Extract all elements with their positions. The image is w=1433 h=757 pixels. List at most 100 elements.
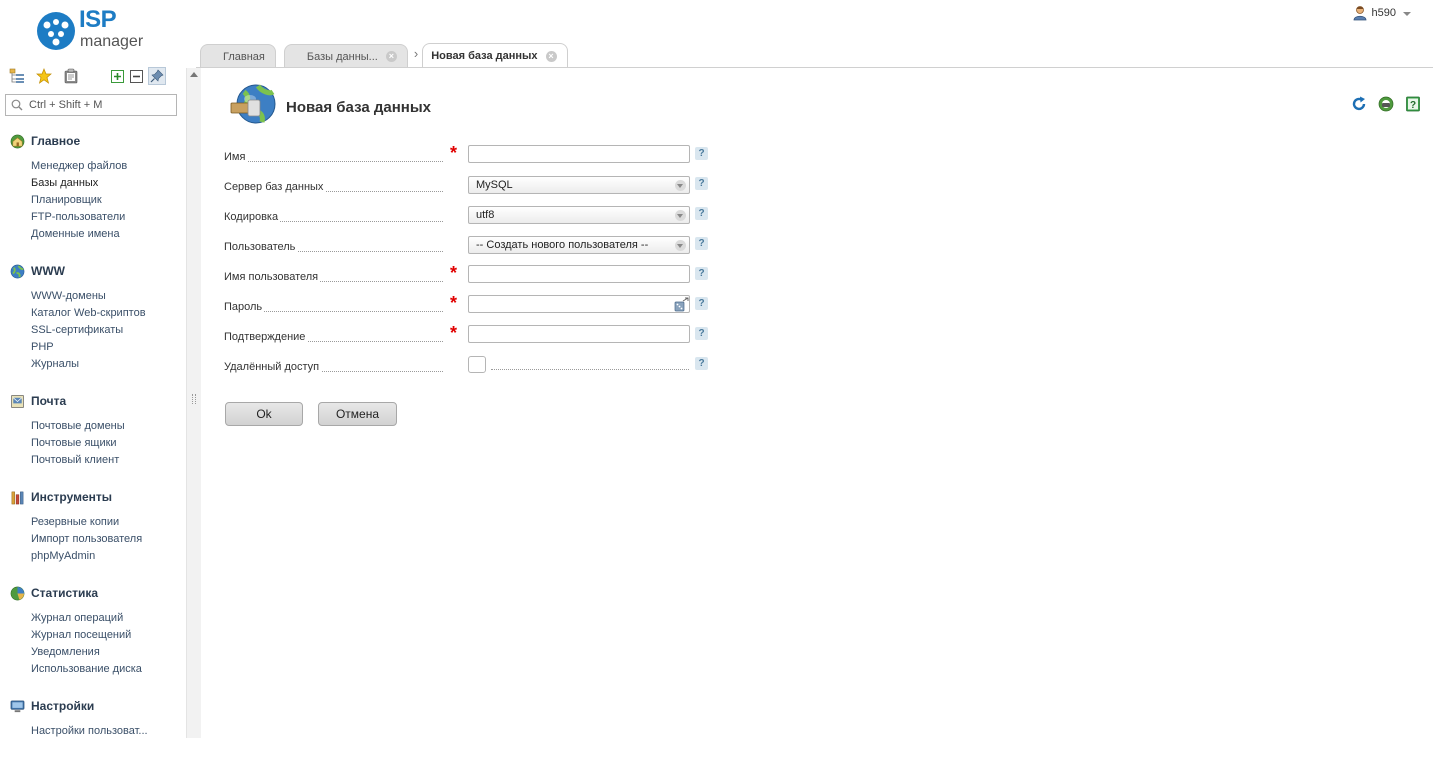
- password-generator-icon[interactable]: [674, 297, 689, 312]
- menu-group-title: Инструменты: [31, 490, 113, 504]
- collapse-all-button[interactable]: [129, 69, 143, 83]
- menu-group-tools: Инструменты Резервные копии Импорт польз…: [0, 486, 186, 565]
- sidebar-item-scheduler[interactable]: Планировщик: [0, 192, 186, 209]
- remote-access-checkbox[interactable]: [468, 356, 486, 373]
- sidebar-toolbar: [8, 67, 166, 85]
- menu-group-header[interactable]: Статистика: [0, 582, 186, 604]
- pin-menu-button[interactable]: [148, 67, 166, 85]
- sidebar-item-operations-log[interactable]: Журнал операций: [0, 610, 186, 627]
- close-icon[interactable]: ×: [545, 50, 557, 62]
- field-label: Пользователь: [224, 241, 298, 253]
- user-name: h590: [1371, 7, 1396, 19]
- tab-home[interactable]: Главная: [200, 44, 276, 68]
- chevron-down-icon: [1403, 12, 1411, 16]
- pie-chart-icon: [10, 586, 25, 600]
- tab-new-database[interactable]: Новая база данных ×: [422, 43, 568, 68]
- help-icon[interactable]: ?: [695, 267, 708, 280]
- scroll-up-icon[interactable]: [190, 72, 198, 77]
- user-menu[interactable]: h590: [1352, 5, 1411, 21]
- ok-button[interactable]: Ok: [225, 402, 303, 426]
- expand-all-button[interactable]: [110, 69, 124, 83]
- field-label: Подтверждение: [224, 331, 308, 343]
- help-icon[interactable]: ?: [695, 207, 708, 220]
- splitter-grip-icon[interactable]: [192, 394, 196, 404]
- form-row-db-server: Сервер баз данных MySQL ?: [224, 173, 714, 203]
- sidebar-item-user-settings[interactable]: Настройки пользоват...: [0, 723, 186, 740]
- pin-icon: [150, 69, 164, 83]
- sidebar-item-logs[interactable]: Журналы: [0, 356, 186, 373]
- help-book-icon: ?: [1405, 96, 1420, 111]
- menu-group-title: WWW: [31, 264, 65, 278]
- sidebar-item-file-manager[interactable]: Менеджер файлов: [0, 158, 186, 175]
- sidebar-item-www-domains[interactable]: WWW-домены: [0, 288, 186, 305]
- tree-view-icon: [9, 68, 24, 83]
- sidebar-item-domain-names[interactable]: Доменные имена: [0, 226, 186, 243]
- menu-group-header[interactable]: Инструменты: [0, 486, 186, 508]
- db-server-select[interactable]: MySQL: [468, 176, 690, 194]
- sidebar-item-ssl-certificates[interactable]: SSL-сертификаты: [0, 322, 186, 339]
- chevron-down-icon: [675, 210, 686, 221]
- help-icon[interactable]: ?: [695, 177, 708, 190]
- refresh-button[interactable]: [1350, 95, 1367, 112]
- sidebar-item-php[interactable]: PHP: [0, 339, 186, 356]
- help-icon[interactable]: ?: [695, 237, 708, 250]
- chevron-down-icon: [675, 180, 686, 191]
- sidebar-item-ftp-users[interactable]: FTP-пользователи: [0, 209, 186, 226]
- logo-text-manager: manager: [80, 33, 144, 50]
- svg-text:?: ?: [1409, 100, 1415, 111]
- sidebar-item-visits-log[interactable]: Журнал посещений: [0, 627, 186, 644]
- menu-group-title: Статистика: [31, 586, 99, 600]
- sidebar-item-mail-domains[interactable]: Почтовые домены: [0, 418, 186, 435]
- favorites-button[interactable]: [35, 67, 53, 85]
- help-icon[interactable]: ?: [695, 327, 708, 340]
- help-icon[interactable]: ?: [695, 297, 708, 310]
- select-value: MySQL: [476, 179, 513, 191]
- cancel-button[interactable]: Отмена: [318, 402, 397, 426]
- menu-group-header[interactable]: Настройки: [0, 695, 186, 717]
- chevron-right-icon: ›: [413, 46, 419, 61]
- tab-bar: Главная Базы данны... × › Новая база дан…: [200, 43, 568, 68]
- form-buttons: Ok Отмена: [225, 402, 397, 426]
- sidebar-scrollbar[interactable]: [186, 68, 201, 738]
- form-row-username: Имя пользователя * ?: [224, 263, 714, 293]
- menu-search-input[interactable]: [27, 98, 167, 112]
- sidebar-item-mailboxes[interactable]: Почтовые ящики: [0, 435, 186, 452]
- sidebar-item-web-scripts[interactable]: Каталог Web-скриптов: [0, 305, 186, 322]
- sidebar-item-mail-client[interactable]: Почтовый клиент: [0, 452, 186, 469]
- close-icon[interactable]: ×: [385, 51, 397, 62]
- support-button[interactable]: [1377, 95, 1394, 112]
- sidebar-item-backups[interactable]: Резервные копии: [0, 514, 186, 531]
- required-mark: *: [450, 263, 458, 283]
- username-input[interactable]: [468, 265, 690, 283]
- tab-databases[interactable]: Базы данны... ×: [283, 44, 408, 68]
- app-logo[interactable]: ISP manager: [36, 6, 151, 54]
- form-row-name: Имя * ?: [224, 143, 714, 173]
- confirm-password-input[interactable]: [468, 325, 690, 343]
- new-database-form: Имя * ? Сервер баз данных MySQL ? Кодиро…: [224, 143, 714, 383]
- home-icon: [10, 134, 25, 148]
- required-mark: *: [450, 323, 458, 343]
- sidebar-item-import-user[interactable]: Импорт пользователя: [0, 531, 186, 548]
- field-label: Имя пользователя: [224, 271, 321, 283]
- help-icon[interactable]: ?: [695, 147, 708, 160]
- sidebar-item-notifications[interactable]: Уведомления: [0, 644, 186, 661]
- clipboard-button[interactable]: [62, 67, 80, 85]
- menu-group-header[interactable]: WWW: [0, 260, 186, 282]
- name-input[interactable]: [468, 145, 690, 163]
- menu-group-header[interactable]: Почта: [0, 390, 186, 412]
- sidebar-item-phpmyadmin[interactable]: phpMyAdmin: [0, 548, 186, 565]
- sidebar-item-disk-usage[interactable]: Использование диска: [0, 661, 186, 678]
- menu-group-header[interactable]: Главное: [0, 130, 186, 152]
- menu-group-title: Главное: [31, 134, 81, 148]
- tree-view-button[interactable]: [8, 67, 26, 85]
- sidebar-item-databases[interactable]: Базы данных: [0, 175, 186, 192]
- password-input[interactable]: [468, 295, 690, 313]
- help-button[interactable]: ?: [1404, 95, 1421, 112]
- logo-dots-icon: [37, 12, 75, 50]
- user-icon: [1353, 6, 1366, 21]
- menu-search-box[interactable]: [5, 94, 177, 116]
- encoding-select[interactable]: utf8: [468, 206, 690, 224]
- field-label: Кодировка: [224, 211, 281, 223]
- user-select[interactable]: -- Создать нового пользователя --: [468, 236, 690, 254]
- help-icon[interactable]: ?: [695, 357, 708, 370]
